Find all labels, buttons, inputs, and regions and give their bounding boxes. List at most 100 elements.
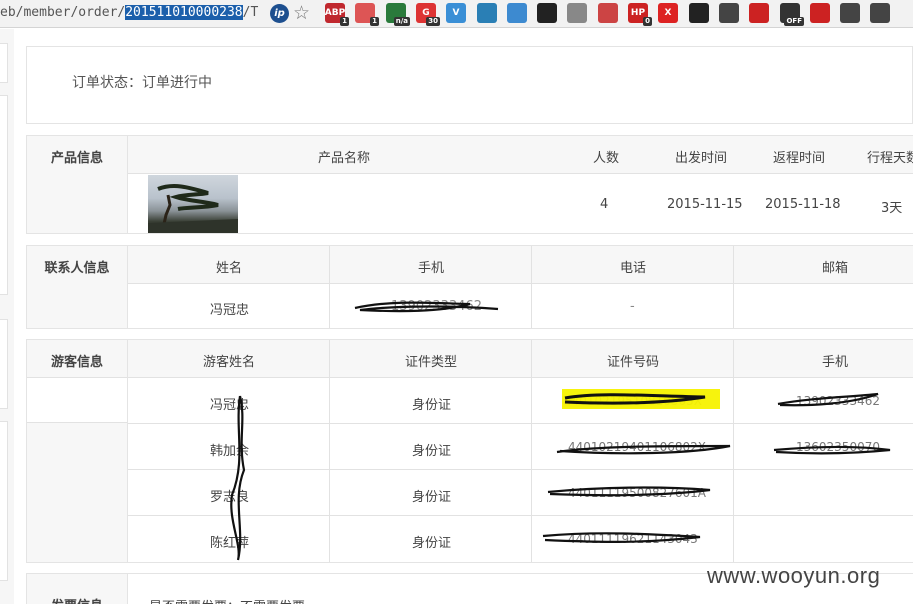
- bookmark-star-icon[interactable]: ☆: [293, 1, 310, 25]
- contact-phone: -: [630, 299, 635, 314]
- v-icon[interactable]: V: [446, 3, 466, 23]
- extension-badge: 1: [370, 17, 379, 26]
- header-email: 邮箱: [822, 261, 849, 276]
- product-depart-date: 2015-11-15: [667, 197, 743, 212]
- sidebar-block: [0, 319, 8, 409]
- header-id-number: 证件号码: [607, 355, 660, 370]
- traveler-id-number: 44010219401106802X: [568, 440, 707, 454]
- url-suffix: /To: [242, 5, 259, 20]
- extension-badge: 30: [426, 17, 440, 26]
- extension-badge: 1: [340, 17, 349, 26]
- traveler-mobile: 13902333462: [796, 394, 880, 408]
- contact-header-row: [128, 246, 913, 283]
- product-section-label: 产品信息: [50, 151, 103, 166]
- left-sidebar-edge: [0, 29, 14, 604]
- divider: [128, 469, 913, 470]
- product-days: 3天: [881, 201, 903, 216]
- extension-label: X: [664, 8, 672, 18]
- contact-section: 联系人信息 姓名 手机 电话 邮箱 冯冠忠 13902333462 -: [26, 245, 913, 329]
- traveler-id-number: 44011119500827601A: [568, 486, 706, 500]
- header-id-type: 证件类型: [405, 355, 458, 370]
- traveler-mobile: 13602350070: [796, 440, 880, 454]
- divider: [329, 246, 330, 328]
- contact-section-label: 联系人信息: [44, 261, 110, 276]
- product-section: 产品信息 产品名称 人数 出发时间 返程时间 行程天数 4 2015-11-15: [26, 135, 913, 234]
- hp-icon[interactable]: HP 0: [628, 3, 652, 26]
- traveler-table: 游客姓名 证件类型 证件号码 手机 冯冠忠 身份证 44010219510810…: [127, 340, 913, 562]
- traveler-id-type: 身份证: [412, 444, 452, 459]
- bug-icon[interactable]: [477, 3, 497, 23]
- header-phone: 电话: [620, 261, 647, 276]
- divider: [733, 340, 734, 562]
- header-traveler-name: 游客姓名: [203, 355, 256, 370]
- order-detail-page: eb/member/order/201511010000238/To ip ☆ …: [0, 0, 913, 604]
- header-mobile: 手机: [418, 261, 445, 276]
- traveler-label-spacer: [27, 377, 127, 423]
- mask-icon[interactable]: [567, 3, 587, 23]
- address-bar[interactable]: eb/member/order/201511010000238/To: [0, 4, 259, 22]
- contact-name: 冯冠忠: [210, 303, 250, 318]
- traveler-section: 游客信息 游客姓名 证件类型 证件号码 手机 冯冠忠 身份证 440102195…: [26, 339, 913, 563]
- product-table: 产品名称 人数 出发时间 返程时间 行程天数 4 2015-11-15 2015…: [127, 136, 913, 233]
- header-days: 行程天数: [867, 151, 913, 166]
- browser-toolbar: eb/member/order/201511010000238/To ip ☆ …: [0, 0, 913, 28]
- grid-icon[interactable]: [840, 3, 860, 23]
- product-return-date: 2015-11-18: [765, 197, 841, 212]
- divider: [128, 283, 913, 284]
- order-status-box: 订单状态：订单进行中: [26, 46, 913, 124]
- traveler-name: 罗志良: [210, 490, 250, 505]
- traveler-id-number: 44010219510810505X: [564, 394, 703, 408]
- chain-icon[interactable]: 1: [355, 3, 379, 26]
- chart-icon[interactable]: n/a: [386, 3, 410, 26]
- divider: [531, 246, 532, 328]
- sidebar-block: [0, 421, 8, 581]
- product-row: 4 2015-11-15 2015-11-18 3天: [128, 174, 913, 233]
- alien-icon[interactable]: [537, 3, 557, 23]
- divider: [329, 340, 330, 562]
- contact-mobile: 13902333462: [391, 299, 482, 314]
- product-thumbnail-image[interactable]: [148, 175, 238, 233]
- contact-table: 姓名 手机 电话 邮箱 冯冠忠 13902333462 -: [127, 246, 913, 328]
- divider: [128, 515, 913, 516]
- invoice-section-label: 发票信息: [27, 595, 127, 604]
- extension-badge: OFF: [784, 17, 804, 26]
- url-selected-order-id: 201511010000238: [125, 5, 243, 20]
- extension-badge: n/a: [393, 17, 410, 26]
- header-traveler-mobile: 手机: [822, 355, 849, 370]
- spy-icon[interactable]: [719, 3, 739, 23]
- spider-icon[interactable]: [689, 3, 709, 23]
- traveler-id-type: 身份证: [412, 398, 452, 413]
- glasses-icon[interactable]: OFF: [780, 3, 804, 26]
- devil-icon[interactable]: [749, 3, 769, 23]
- invoice-text: 是否需要发票：不需要发票: [149, 596, 305, 604]
- sidebar-block: [0, 43, 8, 83]
- traveler-id-type: 身份证: [412, 536, 452, 551]
- header-depart: 出发时间: [675, 151, 728, 166]
- traveler-section-label: 游客信息: [50, 355, 103, 370]
- order-status-text: 订单状态：订单进行中: [72, 75, 212, 91]
- target-icon[interactable]: [810, 3, 830, 23]
- extension-badge: 0: [643, 17, 652, 26]
- traveler-id-number: 44011119621143043: [568, 532, 698, 546]
- traveler-id-type: 身份证: [412, 490, 452, 505]
- traveler-name: 陈红萍: [210, 536, 250, 551]
- divider: [531, 340, 532, 562]
- header-return: 返程时间: [773, 151, 826, 166]
- url-prefix: eb/member/order/: [0, 5, 126, 20]
- traveler-name: 冯冠忠: [210, 398, 250, 413]
- header-name: 姓名: [216, 261, 243, 276]
- x-icon[interactable]: X: [658, 3, 678, 23]
- traveler-name: 韩加余: [210, 444, 250, 459]
- g-icon[interactable]: G 30: [416, 3, 440, 26]
- ip-icon[interactable]: ip: [270, 4, 289, 23]
- extension-label: V: [452, 8, 460, 18]
- cloud-icon[interactable]: [507, 3, 527, 23]
- divider: [128, 377, 913, 378]
- sidebar-block: [0, 95, 8, 295]
- menu-icon[interactable]: [870, 3, 890, 23]
- divider: [733, 246, 734, 328]
- tag-icon[interactable]: [598, 3, 618, 23]
- header-count: 人数: [593, 151, 620, 166]
- product-count: 4: [600, 197, 609, 212]
- abp-icon[interactable]: ABP 1: [325, 3, 349, 26]
